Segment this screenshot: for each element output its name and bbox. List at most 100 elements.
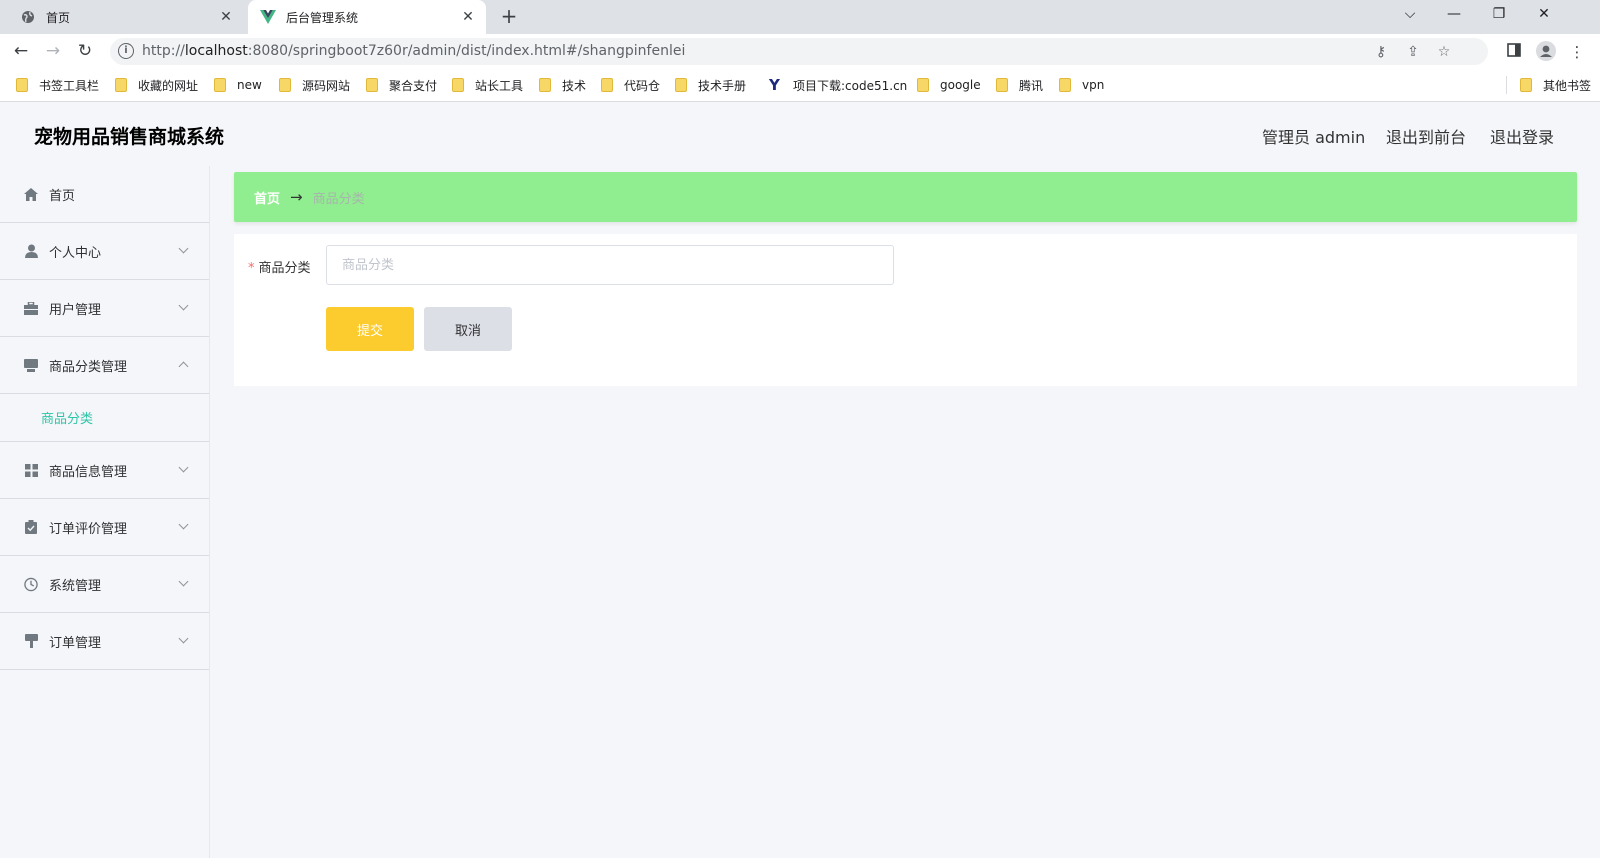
star-icon[interactable]: ☆ xyxy=(1435,43,1453,61)
bookmark-item[interactable]: 腾讯 xyxy=(996,77,1043,93)
bookmark-item[interactable]: 站长工具 xyxy=(452,77,523,93)
sidebar-item-product-management[interactable]: 商品信息管理 xyxy=(0,442,209,499)
chevron-down-icon xyxy=(178,519,189,530)
bookmark-item[interactable]: google xyxy=(917,77,981,93)
sidebar-item-label: 商品分类管理 xyxy=(49,359,128,375)
sidebar-item-order-management[interactable]: 订单管理 xyxy=(0,613,209,670)
sidebar-menu: 首页 个人中心 用户管理 商品分类管理 商品分类 商品信息管理 订单评价管理 系… xyxy=(0,166,210,858)
bookmark-item[interactable]: new xyxy=(214,77,262,93)
close-tab-icon[interactable]: ✕ xyxy=(218,9,234,25)
sidebar-subitem-category[interactable]: 商品分类 xyxy=(0,394,209,442)
arrow-right-icon: → xyxy=(290,188,303,206)
bookmark-item[interactable]: 技术 xyxy=(539,77,586,93)
breadcrumb: 首页 → 商品分类 xyxy=(234,172,1577,222)
bookmark-item[interactable]: 代码仓 xyxy=(601,77,660,93)
bookmark-other[interactable]: 其他书签 xyxy=(1520,77,1591,93)
vue-logo-icon xyxy=(260,9,276,25)
admin-label: 管理员 admin xyxy=(1262,128,1366,147)
grid-icon xyxy=(24,463,38,477)
chevron-up-icon xyxy=(178,361,189,372)
bookmark-item[interactable]: Y 项目下载:code51.cn xyxy=(769,76,907,94)
breadcrumb-current: 商品分类 xyxy=(312,191,365,207)
reload-icon[interactable]: ↻ xyxy=(74,40,96,62)
browser-tab-admin[interactable]: 后台管理系统 ✕ xyxy=(248,0,486,34)
browser-tab-home[interactable]: 首页 ✕ xyxy=(8,0,244,34)
sidebar-item-label: 商品信息管理 xyxy=(49,464,128,480)
folder-icon xyxy=(1520,78,1532,92)
clock-icon xyxy=(24,577,38,591)
browser-menu-icon[interactable]: ⋮ xyxy=(1566,41,1588,63)
folder-icon xyxy=(1059,78,1071,92)
sidebar-item-label: 用户管理 xyxy=(49,302,102,318)
clipboard-icon xyxy=(24,520,38,534)
bookmark-item[interactable]: 聚合支付 xyxy=(366,77,437,93)
close-tab-icon[interactable]: ✕ xyxy=(460,9,476,25)
breadcrumb-home[interactable]: 首页 xyxy=(254,188,280,207)
folder-icon xyxy=(917,78,929,92)
brush-icon xyxy=(24,634,38,648)
folder-icon xyxy=(452,78,464,92)
sidebar-item-user-management[interactable]: 用户管理 xyxy=(0,280,209,337)
category-form: *商品分类 提交 取消 xyxy=(234,234,1577,386)
sidebar-item-personal-center[interactable]: 个人中心 xyxy=(0,223,209,280)
submit-button[interactable]: 提交 xyxy=(326,307,414,351)
folder-icon xyxy=(279,78,291,92)
site-info-icon[interactable]: i xyxy=(118,43,134,59)
chevron-down-icon xyxy=(178,633,189,644)
share-icon[interactable]: ⇪ xyxy=(1404,43,1422,61)
sidebar-item-category-management[interactable]: 商品分类管理 xyxy=(0,337,209,394)
tab-search-icon[interactable]: ⌵ xyxy=(1388,0,1432,30)
category-field-label: * 商品分类 xyxy=(248,261,311,276)
sidebar-item-label: 订单管理 xyxy=(49,635,102,651)
bookmark-item[interactable]: vpn xyxy=(1059,77,1104,93)
new-tab-button[interactable]: + xyxy=(498,6,520,28)
cancel-button[interactable]: 取消 xyxy=(424,307,512,351)
address-bar-row: ← → ↻ i http://localhost:8080/springboot… xyxy=(0,34,1600,68)
browser-tab-title: 后台管理系统 xyxy=(286,10,359,25)
folder-icon xyxy=(214,78,226,92)
sidebar-subitem-label: 商品分类 xyxy=(41,412,94,427)
folder-icon xyxy=(601,78,613,92)
bookmark-item[interactable]: 收藏的网址 xyxy=(115,77,198,93)
url-bar[interactable]: i http://localhost:8080/springboot7z60r/… xyxy=(110,38,1488,65)
bookmarks-bar: 书签工具栏 收藏的网址 new 源码网站 聚合支付 站长工具 技术 代码仓 技术… xyxy=(0,68,1600,102)
category-input[interactable] xyxy=(326,245,894,285)
bookmark-item[interactable]: 技术手册 xyxy=(675,77,746,93)
bookmark-divider xyxy=(1506,76,1507,94)
sidebar-item-review-management[interactable]: 订单评价管理 xyxy=(0,499,209,556)
restore-button[interactable]: ❐ xyxy=(1477,0,1521,30)
chevron-down-icon xyxy=(178,243,189,254)
chevron-down-icon xyxy=(178,576,189,587)
app-header: 宠物用品销售商城系统 管理员 admin 退出到前台 退出登录 xyxy=(0,102,1600,166)
home-icon xyxy=(24,187,38,201)
app-title: 宠物用品销售商城系统 xyxy=(34,126,225,148)
sidebar-item-system-management[interactable]: 系统管理 xyxy=(0,556,209,613)
side-panel-icon[interactable] xyxy=(1503,41,1525,63)
logout-link[interactable]: 退出登录 xyxy=(1490,124,1554,148)
bookmark-item[interactable]: 书签工具栏 xyxy=(16,77,99,93)
folder-icon xyxy=(366,78,378,92)
chevron-down-icon xyxy=(178,462,189,473)
sidebar-item-home[interactable]: 首页 xyxy=(0,166,209,223)
briefcase-icon xyxy=(24,301,38,315)
profile-avatar-icon[interactable] xyxy=(1535,41,1557,63)
bookmark-item[interactable]: 源码网站 xyxy=(279,77,350,93)
globe-icon xyxy=(20,9,36,25)
url-text: http://localhost:8080/springboot7z60r/ad… xyxy=(142,43,686,59)
sidebar-item-label: 订单评价管理 xyxy=(49,521,128,537)
user-icon xyxy=(24,244,38,258)
minimize-button[interactable]: — xyxy=(1432,0,1476,30)
back-icon[interactable]: ← xyxy=(10,40,32,62)
folder-icon xyxy=(16,78,28,92)
browser-tab-title: 首页 xyxy=(46,10,71,25)
key-icon[interactable]: ⚷ xyxy=(1372,43,1390,61)
site-logo-icon: Y xyxy=(769,76,780,94)
exit-to-front-link[interactable]: 退出到前台 xyxy=(1386,124,1466,148)
window-close-button[interactable]: ✕ xyxy=(1522,0,1566,30)
forward-icon[interactable]: → xyxy=(42,40,64,62)
folder-icon xyxy=(115,78,127,92)
sidebar-item-label: 系统管理 xyxy=(49,578,102,594)
category-icon xyxy=(24,358,38,372)
chevron-down-icon xyxy=(178,300,189,311)
folder-icon xyxy=(675,78,687,92)
